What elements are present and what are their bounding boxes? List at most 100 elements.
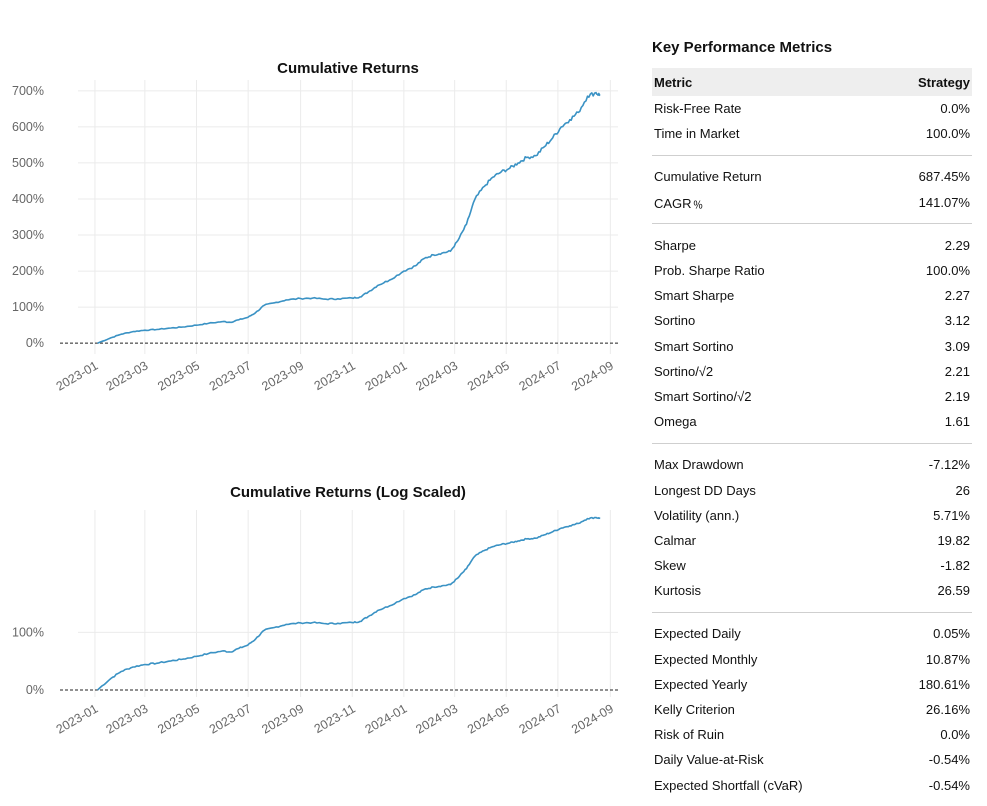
chart-title: Cumulative Returns <box>277 60 419 77</box>
x-tick-label: 2023-07 <box>207 358 254 393</box>
x-tick-label: 2024-07 <box>517 701 564 736</box>
metrics-table: Metric Strategy Risk-Free Rate 0.0% Time i… <box>652 68 972 798</box>
x-tick-label: 2023-03 <box>104 358 151 393</box>
metric-row: Skew -1.82 <box>652 553 972 578</box>
y-tick-label: 100% <box>12 300 44 314</box>
metric-row: Daily Value-at-Risk -0.54% <box>652 747 972 772</box>
metric-value: 3.09 <box>944 338 970 354</box>
x-tick-label: 2023-01 <box>54 358 101 393</box>
metric-value: 2.27 <box>944 288 970 304</box>
metric-label: Omega <box>654 414 697 430</box>
y-tick-label: 500% <box>12 156 44 170</box>
x-tick-label: 2023-11 <box>312 701 358 736</box>
metric-value: 26.16% <box>925 702 970 718</box>
x-tick-label: 2024-01 <box>363 701 410 736</box>
metric-value: 1.61 <box>944 414 970 430</box>
metric-value: 10.87% <box>925 651 970 667</box>
metric-label: Expected Shortfall (cVaR) <box>654 777 803 793</box>
series-line <box>96 516 601 691</box>
metric-row: Sharpe 2.29 <box>652 233 972 258</box>
x-tick-label: 2024-05 <box>465 701 512 736</box>
metric-label: Prob. Sharpe Ratio <box>654 263 765 279</box>
metrics-title: Key Performance Metrics <box>652 39 833 56</box>
x-tick-label: 2023-07 <box>207 701 254 736</box>
metric-label: Risk of Ruin <box>654 727 725 743</box>
metrics-panel: Key Performance Metrics Metric Strategy … <box>652 38 972 798</box>
x-tick-label: 2024-03 <box>413 701 460 736</box>
metric-label: Daily Value-at-Risk <box>654 752 764 768</box>
metric-value: 100.0% <box>925 126 970 142</box>
metric-value: 180.61% <box>918 676 970 692</box>
metric-value: 0.0% <box>940 101 970 117</box>
metric-label: Expected Monthly <box>654 651 758 667</box>
charts-panel: Cumulative Returns 2023-01 2023-03 2023-05 2… <box>0 0 640 806</box>
metrics-header-row: Metric Strategy <box>652 68 972 96</box>
metric-row: Risk of Ruin 0.0% <box>652 722 972 747</box>
metric-label: Smart Sortino/√2 <box>654 388 752 404</box>
metric-label: Smart Sortino <box>654 338 734 354</box>
x-tick-label: 2023-03 <box>104 701 151 736</box>
metric-value: -0.54% <box>928 752 970 768</box>
metric-value: 2.29 <box>944 237 970 253</box>
metric-row: Time in Market 100.0% <box>652 121 972 146</box>
x-tick-label: 2023-05 <box>155 701 202 736</box>
metric-value: 2.21 <box>944 363 970 379</box>
metric-label: Smart Sharpe <box>654 288 735 304</box>
y-tick-label: 0% <box>26 336 44 350</box>
x-tick-label: 2024-03 <box>413 358 460 393</box>
x-tick-label: 2023-01 <box>54 701 101 736</box>
metric-label: Risk-Free Rate <box>654 101 742 117</box>
metric-value: 26.59 <box>937 583 970 599</box>
series-line <box>97 91 601 344</box>
metric-row: Omega 1.61 <box>652 409 972 434</box>
metric-value: -7.12% <box>928 457 970 473</box>
metric-row: Kelly Criterion 26.16% <box>652 697 972 722</box>
y-tick-label: 200% <box>12 264 44 278</box>
metrics-separator <box>652 215 972 233</box>
metric-label: Kelly Criterion <box>654 702 735 718</box>
metric-value: -1.82 <box>940 558 970 574</box>
metric-value: 100.0% <box>925 263 970 279</box>
y-tick-label: 400% <box>12 192 44 206</box>
metrics-separator <box>652 146 972 164</box>
metric-label: Time in Market <box>654 126 740 142</box>
x-tick-label: 2024-09 <box>569 701 616 736</box>
metric-label: Sortino/√2 <box>654 363 714 379</box>
metric-row: Expected Monthly 10.87% <box>652 647 972 672</box>
x-tick-label: 2024-05 <box>465 358 512 393</box>
strategy-column-header: Strategy <box>886 68 972 96</box>
y-tick-label: 700% <box>12 84 44 98</box>
metric-label: Sharpe <box>654 237 696 253</box>
chart-title: Cumulative Returns (Log Scaled) <box>230 484 466 501</box>
metric-value: 5.71% <box>933 507 970 523</box>
metric-row: Kurtosis 26.59 <box>652 578 972 603</box>
metric-label: Kurtosis <box>654 583 701 599</box>
metric-label: Longest DD Days <box>654 482 756 498</box>
metric-value: -0.54% <box>928 777 970 793</box>
metric-value: 0.05% <box>933 626 970 642</box>
metric-label: Volatility (ann.) <box>654 507 740 523</box>
cumulative-returns-log-chart: Cumulative Returns (Log Scaled)2023-01 20… <box>12 484 620 737</box>
metric-value: 0.0% <box>940 727 970 743</box>
metric-value: 141.07% <box>918 194 970 210</box>
x-tick-label: 2024-09 <box>569 358 616 393</box>
metric-row: CAGR﹪ 141.07% <box>652 190 972 215</box>
x-tick-label: 2023-11 <box>312 358 358 393</box>
metric-label: Calmar <box>654 532 696 548</box>
x-tick-label: 2024-01 <box>363 358 410 393</box>
y-tick-label: 0% <box>26 683 44 697</box>
metric-value: 687.45% <box>918 169 970 185</box>
metric-row: Smart Sortino/√2 2.19 <box>652 384 972 409</box>
metric-row: Sortino 3.12 <box>652 308 972 333</box>
metric-row: Expected Shortfall (cVaR) -0.54% <box>652 773 972 798</box>
y-tick-label: 100% <box>12 625 44 639</box>
metric-label: Expected Yearly <box>654 676 748 692</box>
x-tick-label: 2023-05 <box>155 358 202 393</box>
metric-label: Skew <box>654 558 686 574</box>
metric-value: 26 <box>955 482 970 498</box>
metric-row: Risk-Free Rate 0.0% <box>652 96 972 121</box>
metric-row: Prob. Sharpe Ratio 100.0% <box>652 258 972 283</box>
y-tick-label: 600% <box>12 120 44 134</box>
metric-label: Max Drawdown <box>654 457 744 473</box>
metric-row: Expected Daily 0.05% <box>652 621 972 646</box>
